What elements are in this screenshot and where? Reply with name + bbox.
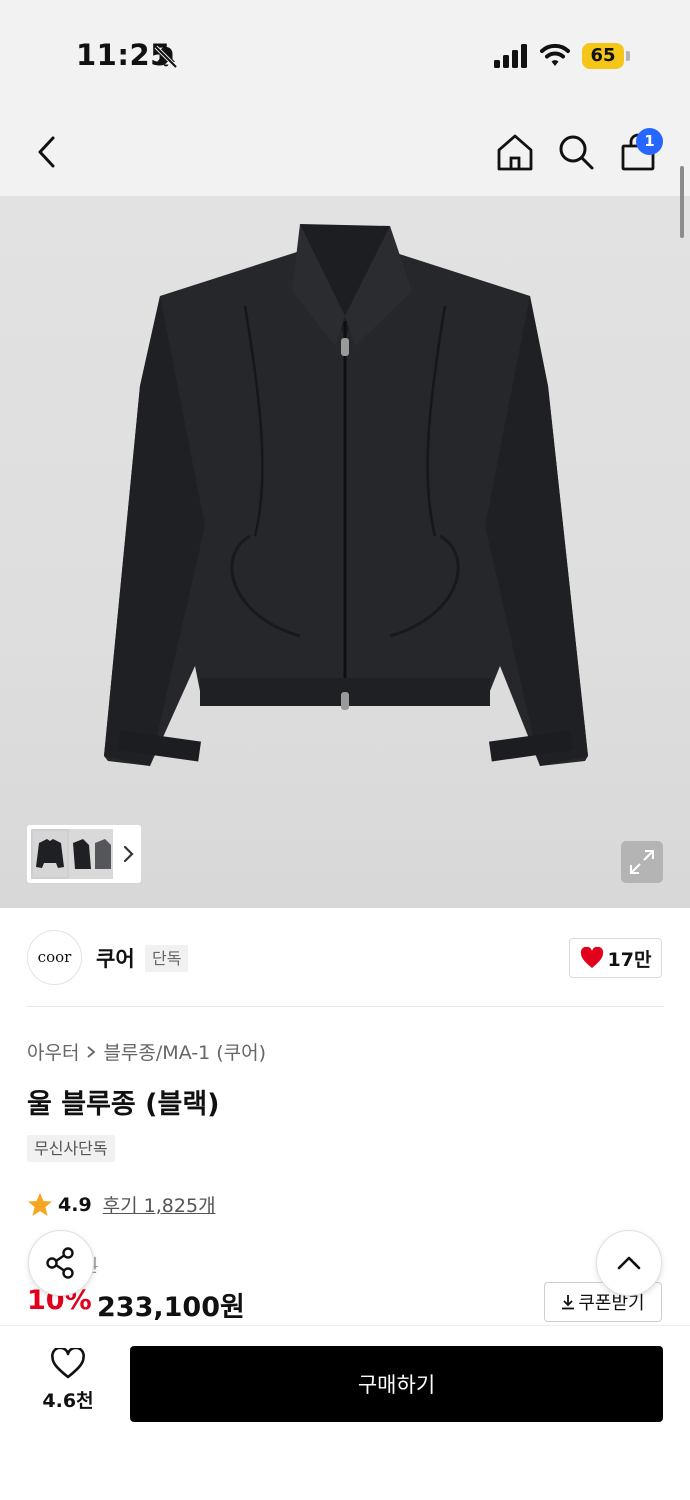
brand-exclusive-tag: 단독: [145, 945, 189, 972]
heart-outline-icon: [51, 1348, 85, 1379]
wifi-icon: [540, 43, 570, 66]
wish-button[interactable]: 4.6천: [30, 1348, 106, 1420]
brand-like-count: 17만: [607, 948, 652, 971]
exclusive-tag: 무신사단독: [27, 1135, 115, 1162]
expand-button[interactable]: [621, 841, 663, 883]
jacket-image: [104, 224, 588, 766]
status-bar: 11:25 65: [0, 0, 690, 110]
thumbnail-back[interactable]: [93, 829, 113, 879]
divider: [27, 1006, 663, 1007]
thumbnail-front[interactable]: [31, 829, 69, 879]
battery-icon: 65: [582, 43, 630, 69]
battery-level: 65: [590, 45, 616, 66]
heart-filled-icon: [580, 947, 603, 968]
cart-badge: 1: [636, 128, 663, 155]
chevron-up-icon: [617, 1256, 641, 1270]
wish-count: 4.6천: [42, 1390, 94, 1412]
bottom-bar: 4.6천 구매하기: [0, 1325, 690, 1500]
thumbnail-jacket-back: [95, 839, 111, 869]
thumbnail-strip[interactable]: [27, 825, 141, 883]
app-header: [0, 110, 690, 196]
home-button[interactable]: [491, 128, 539, 176]
sale-price: 233,100원: [97, 1292, 245, 1323]
rating-value: 4.9: [58, 1193, 92, 1216]
back-arrow-icon: [38, 136, 55, 168]
search-button[interactable]: [552, 128, 600, 176]
star-icon: [28, 1193, 52, 1216]
thumbnail-side[interactable]: [69, 829, 93, 879]
breadcrumb: 아우터 블루종/MA-1 (쿠어): [27, 1038, 266, 1065]
chevron-right-icon[interactable]: [119, 839, 137, 869]
bell-off-icon: [154, 45, 178, 69]
rating-row: 4.9 후기 1,825개: [27, 1191, 216, 1218]
share-icon: [46, 1247, 74, 1279]
product-title: 울 블루종 (블랙): [27, 1089, 220, 1120]
share-button[interactable]: [28, 1230, 94, 1296]
signal-icon: [494, 44, 527, 68]
review-link[interactable]: 후기 1,825개: [103, 1191, 216, 1218]
thumbnail-jacket-front: [36, 839, 64, 868]
scrollbar[interactable]: [680, 166, 684, 238]
scroll-top-button[interactable]: [596, 1230, 662, 1296]
search-icon: [559, 135, 594, 170]
thumbnail-jacket-side: [73, 839, 91, 869]
expand-icon: [630, 850, 654, 874]
brand-like-button[interactable]: 17만: [569, 938, 662, 978]
breadcrumb-item-outer[interactable]: 아우터: [27, 1038, 79, 1065]
brand-logo[interactable]: coor: [27, 930, 82, 985]
brand-name[interactable]: 쿠어: [96, 943, 135, 973]
chevron-right-icon: [87, 1045, 96, 1058]
home-icon: [497, 134, 533, 171]
product-image[interactable]: [0, 196, 690, 908]
breadcrumb-item-category[interactable]: 블루종/MA-1 (쿠어): [103, 1038, 266, 1065]
download-icon: [562, 1295, 575, 1310]
buy-button[interactable]: 구매하기: [130, 1346, 663, 1422]
back-button[interactable]: [24, 128, 72, 176]
